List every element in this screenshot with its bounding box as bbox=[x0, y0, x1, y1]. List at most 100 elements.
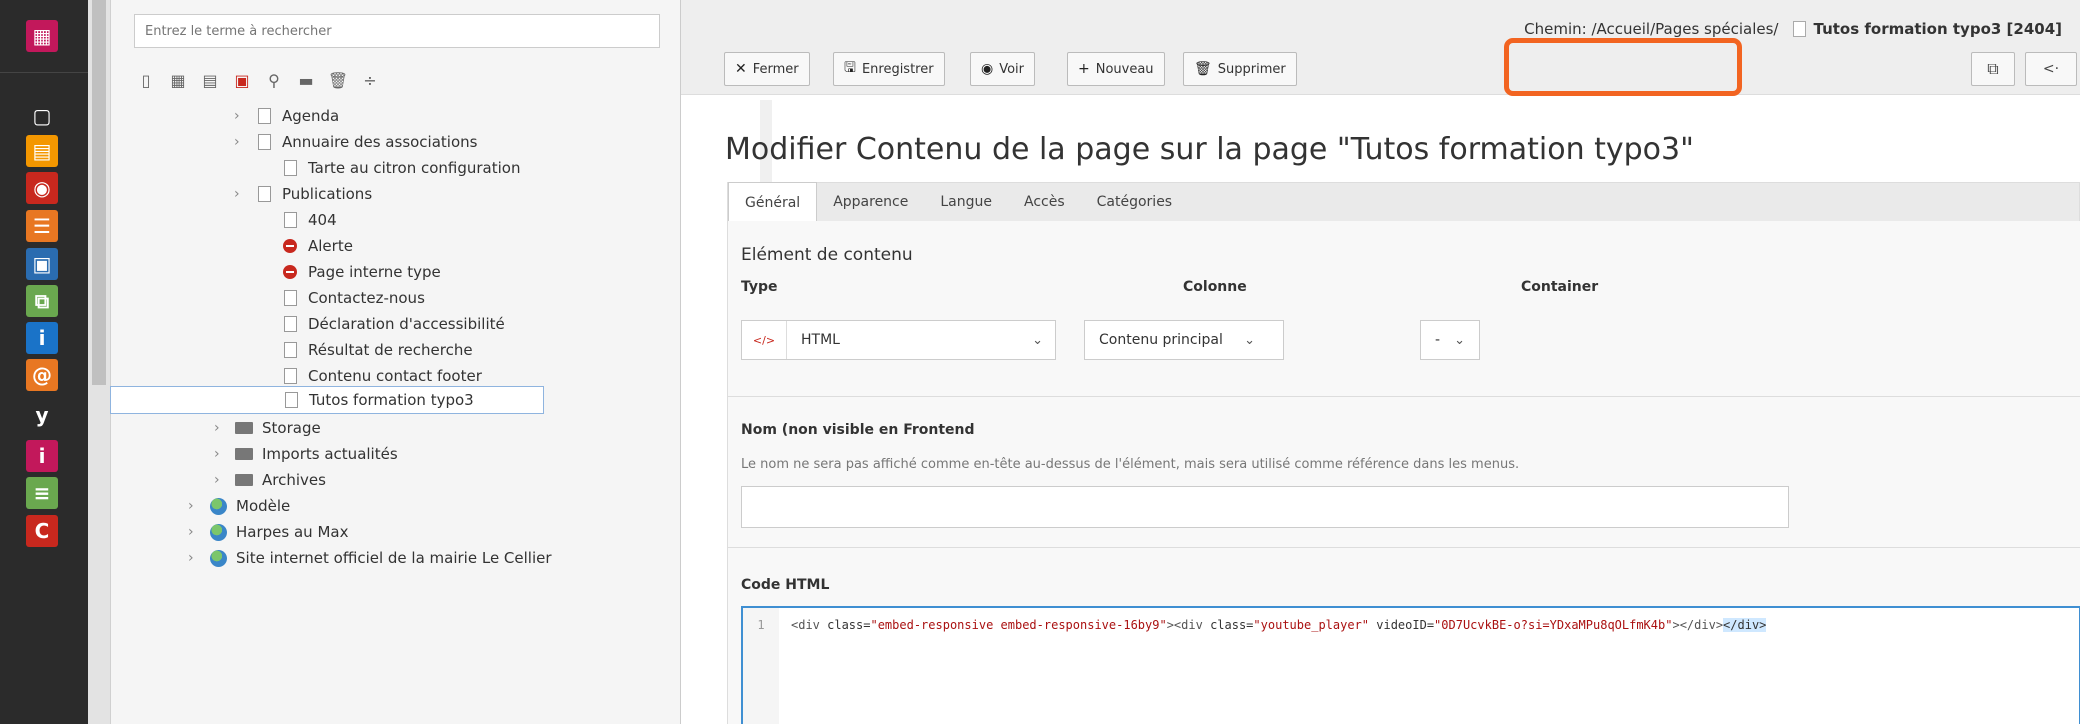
chevron-right-icon[interactable]: › bbox=[188, 524, 204, 540]
view-button[interactable]: ◉ Voir bbox=[970, 52, 1036, 86]
divider bbox=[728, 547, 2080, 548]
page-module-icon[interactable]: ▢ bbox=[26, 100, 58, 132]
page-icon bbox=[280, 314, 300, 334]
divider-icon[interactable]: ÷ bbox=[358, 68, 382, 92]
code-editor[interactable]: 1 <div class="embed-responsive embed-res… bbox=[741, 606, 2080, 724]
chevron-right-icon[interactable]: › bbox=[234, 108, 250, 124]
layout-module-icon[interactable]: ▦ bbox=[26, 20, 58, 52]
delete-label: Supprimer bbox=[1217, 61, 1286, 77]
chevron-right-icon[interactable]: › bbox=[234, 186, 250, 202]
tree-node-label: Harpes au Max bbox=[236, 523, 349, 541]
tab-gnral[interactable]: Général bbox=[728, 182, 818, 222]
tree-resize-strip[interactable] bbox=[88, 0, 111, 724]
close-button[interactable]: ✕ Fermer bbox=[724, 52, 810, 86]
tab-accs[interactable]: Accès bbox=[1008, 183, 1081, 221]
code-token: class= bbox=[827, 618, 871, 632]
tab-catgories[interactable]: Catégories bbox=[1081, 183, 1188, 221]
code-token: ><div bbox=[1166, 618, 1211, 632]
page-icon bbox=[254, 106, 274, 126]
strip-thumb[interactable] bbox=[92, 0, 106, 385]
info2-module-icon[interactable]: i bbox=[26, 440, 58, 472]
chevron-down-icon: ⌄ bbox=[1244, 332, 1255, 348]
menu-module-icon[interactable]: ≡ bbox=[26, 477, 58, 509]
code-token: <div bbox=[791, 618, 828, 632]
form-module-icon[interactable]: ▣ bbox=[26, 248, 58, 280]
tree-search-input[interactable] bbox=[134, 14, 660, 48]
save-icon: 🖫 bbox=[844, 60, 856, 76]
save-button[interactable]: 🖫 Enregistrer bbox=[833, 52, 945, 86]
tree-node-label: Tarte au citron configuration bbox=[308, 159, 521, 177]
type-select[interactable]: </> HTML ⌄ bbox=[741, 320, 1056, 360]
column-select[interactable]: Contenu principal ⌄ bbox=[1084, 320, 1284, 360]
view-label: Voir bbox=[999, 61, 1025, 77]
tree-node[interactable]: Tutos formation typo3 bbox=[110, 386, 544, 414]
page-tree-panel: ‹ ▯ ▦ ▤ ▣ ⚲ ▬ 🗑 ÷ ⋮ ›Agenda›Annuaire des… bbox=[88, 0, 772, 724]
page-icon bbox=[1792, 21, 1806, 37]
new-button[interactable]: + Nouveau bbox=[1067, 52, 1165, 86]
new-label: Nouveau bbox=[1095, 61, 1154, 77]
delete-button[interactable]: 🗑 Supprimer bbox=[1183, 52, 1297, 86]
tree-node[interactable]: › Site internet officiel de la mairie Le … bbox=[188, 542, 552, 574]
breadcrumb-path[interactable]: Chemin: /Accueil/Pages spéciales/ bbox=[1524, 20, 1778, 38]
folder-icon[interactable]: ▬ bbox=[294, 68, 318, 92]
page-active-module-icon[interactable]: ▤ bbox=[26, 135, 58, 167]
container-select[interactable]: - ⌄ bbox=[1420, 320, 1480, 360]
folder-icon bbox=[234, 470, 254, 490]
page-title: Modifier Contenu de la page sur la page … bbox=[725, 132, 1694, 167]
main-content: Chemin: /Accueil/Pages spéciales/ Tutos … bbox=[681, 0, 2080, 724]
page-icon bbox=[280, 210, 300, 230]
new-page-advanced-icon[interactable]: ▦ bbox=[166, 68, 190, 92]
at-module-icon[interactable]: @ bbox=[26, 359, 58, 391]
container-label: Container bbox=[1521, 279, 1599, 295]
trash-icon[interactable]: 🗑 bbox=[326, 68, 350, 92]
restricted-page-icon bbox=[280, 236, 300, 256]
yoast-module-icon[interactable]: y bbox=[26, 399, 58, 431]
chevron-right-icon[interactable]: › bbox=[234, 134, 250, 150]
new-page-icon[interactable]: ▯ bbox=[134, 68, 158, 92]
tree-node-label: 404 bbox=[308, 211, 337, 229]
tab-apparence[interactable]: Apparence bbox=[817, 183, 924, 221]
code-token: videoID= bbox=[1369, 618, 1435, 632]
chevron-down-icon: ⌄ bbox=[1032, 332, 1043, 348]
code-token: class= bbox=[1210, 618, 1254, 632]
breadcrumb-current: Tutos formation typo3 [2404] bbox=[1813, 20, 2063, 38]
page-icon bbox=[281, 390, 301, 410]
edit-form: Elément de contenu Type Colonne Containe… bbox=[727, 221, 2080, 724]
eye-icon: ◉ bbox=[981, 61, 994, 77]
page-icon bbox=[280, 366, 300, 386]
chevron-right-icon[interactable]: › bbox=[188, 550, 204, 566]
backend-page-icon[interactable]: ▣ bbox=[230, 68, 254, 92]
code-token: "embed-responsive embed-responsive-16by9… bbox=[870, 618, 1167, 632]
workspaces-module-icon[interactable]: ⧉ bbox=[26, 285, 58, 317]
tree-node-label: Annuaire des associations bbox=[282, 133, 478, 151]
list-module-icon[interactable]: ☰ bbox=[26, 210, 58, 242]
code-token: "youtube_player" bbox=[1253, 618, 1370, 632]
code-token: ></div> bbox=[1672, 618, 1724, 632]
share-button[interactable]: <· bbox=[2025, 52, 2077, 86]
chevron-right-icon[interactable]: › bbox=[188, 498, 204, 514]
highlight-box bbox=[1504, 38, 1742, 96]
chevron-right-icon[interactable]: › bbox=[214, 446, 230, 462]
c-module-icon[interactable]: C bbox=[26, 515, 58, 547]
tree-node-label: Tutos formation typo3 bbox=[309, 391, 474, 409]
page-icon bbox=[254, 184, 274, 204]
page-icon bbox=[280, 288, 300, 308]
view-module-icon[interactable]: ◉ bbox=[26, 172, 58, 204]
open-new-window-button[interactable]: ⧉ bbox=[1971, 52, 2015, 86]
restricted-page-icon bbox=[280, 262, 300, 282]
type-value: HTML bbox=[801, 332, 840, 348]
link-icon[interactable]: ⚲ bbox=[262, 68, 286, 92]
breadcrumb: Chemin: /Accueil/Pages spéciales/ Tutos … bbox=[1524, 20, 2062, 38]
name-input[interactable] bbox=[741, 486, 1789, 528]
chevron-right-icon[interactable]: › bbox=[214, 472, 230, 488]
shortcut-page-icon[interactable]: ▤ bbox=[198, 68, 222, 92]
chevron-right-icon[interactable]: › bbox=[214, 420, 230, 436]
name-help: Le nom ne sera pas affiché comme en-tête… bbox=[741, 457, 1520, 472]
tree-node-label: Imports actualités bbox=[262, 445, 398, 463]
tree-node-label: Publications bbox=[282, 185, 373, 203]
code-line[interactable]: <div class="embed-responsive embed-respo… bbox=[791, 618, 1767, 632]
tab-langue[interactable]: Langue bbox=[924, 183, 1008, 221]
tree-node-label: Storage bbox=[262, 419, 321, 437]
info-module-icon[interactable]: i bbox=[26, 322, 58, 354]
code-token: </div> bbox=[1723, 618, 1767, 632]
